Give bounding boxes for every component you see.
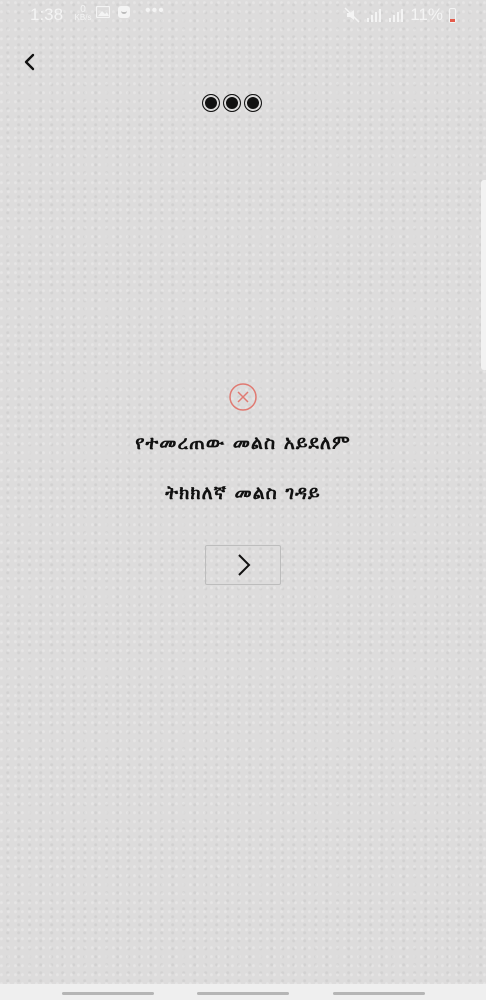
chevron-right-icon <box>238 554 251 576</box>
more-notifications-icon: ••• <box>145 2 165 19</box>
back-nav-button[interactable] <box>333 992 425 995</box>
battery-icon <box>449 7 456 23</box>
chevron-left-icon <box>24 53 35 71</box>
back-button[interactable] <box>15 48 43 76</box>
side-scroll-handle[interactable] <box>481 180 486 370</box>
home-button[interactable] <box>197 992 289 995</box>
progress-dots <box>202 94 262 112</box>
app-notification-icon <box>118 6 130 18</box>
status-time: 1:38 <box>30 5 64 24</box>
recent-apps-button[interactable] <box>62 992 154 995</box>
network-speed: 0 KB/s <box>74 5 92 22</box>
battery-percent: 11% <box>410 5 443 24</box>
wrong-answer-message: የተመረጠው መልስ አይደለም <box>135 432 351 454</box>
signal-icon <box>367 9 382 22</box>
system-nav-bar <box>0 984 486 1000</box>
next-button[interactable] <box>205 545 281 585</box>
image-icon <box>96 6 110 18</box>
close-circle-icon <box>229 383 257 411</box>
status-bar: 1:38 0 KB/s ••• 11% <box>0 0 486 30</box>
progress-dot <box>244 94 262 112</box>
status-right: 11% <box>344 5 456 25</box>
mute-icon <box>344 7 360 23</box>
network-speed-unit: KB/s <box>74 13 92 22</box>
signal-icon <box>389 9 404 22</box>
progress-dot <box>202 94 220 112</box>
progress-dot <box>223 94 241 112</box>
correct-answer-message: ትክክለኛ መልስ ገዳይ <box>165 482 321 504</box>
